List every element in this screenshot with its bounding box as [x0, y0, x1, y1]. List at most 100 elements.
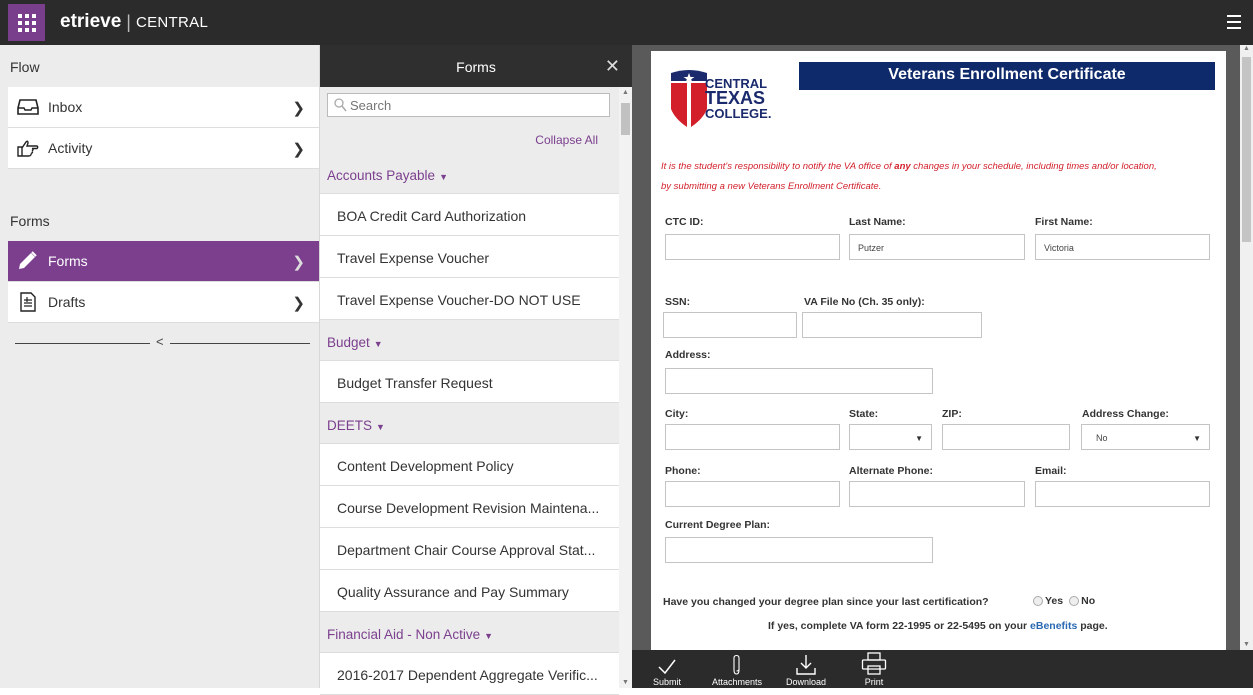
sidebar-item-activity[interactable]: Activity ❯ [8, 128, 319, 169]
scrollbar-thumb[interactable] [621, 103, 630, 135]
college-logo-text: CENTRAL TEXAS COLLEGE. [705, 76, 772, 121]
alternate-phone-field[interactable] [849, 481, 1025, 507]
nav-section-flow: Flow [10, 59, 40, 75]
download-label: Download [785, 677, 827, 687]
va-file-label: VA File No (Ch. 35 only): [804, 296, 925, 308]
hand-pointing-icon [16, 138, 40, 158]
form-list-item[interactable]: 2016-2017 Dependent Aggregate Verific... [320, 653, 619, 695]
form-list-item[interactable]: Department Chair Course Approval Stat... [320, 528, 619, 570]
paperclip-icon [706, 650, 768, 676]
sidebar-item-drafts[interactable]: Drafts ❯ [8, 282, 319, 323]
form-list-item[interactable]: BOA Credit Card Authorization [320, 194, 619, 236]
form-title: Veterans Enrollment Certificate [799, 62, 1215, 90]
caret-down-icon: ▼ [373, 339, 383, 349]
chevron-right-icon: ❯ [292, 254, 305, 271]
address-change-select[interactable]: No ▼ [1081, 424, 1210, 450]
address-field[interactable] [665, 368, 933, 394]
document-viewer: CENTRAL TEXAS COLLEGE. Veterans Enrollme… [632, 45, 1253, 651]
checkmark-icon [650, 650, 684, 676]
form-list-item[interactable]: Course Development Revision Maintena... [320, 486, 619, 528]
state-label: State: [849, 408, 879, 420]
category-header[interactable]: Financial Aid - Non Active ▼ [320, 612, 619, 653]
last-name-label: Last Name: [849, 216, 906, 228]
student-notice: It is the student's responsibility to no… [661, 161, 1157, 192]
forms-scrollbar[interactable]: ▲ ▼ [619, 87, 632, 688]
scrollbar-thumb[interactable] [1242, 57, 1251, 242]
brand-name: etrieve [60, 11, 122, 32]
nav-section-forms: Forms [10, 213, 50, 229]
zip-label: ZIP: [942, 408, 962, 420]
chevron-right-icon: ❯ [292, 141, 305, 158]
ssn-label: SSN: [665, 296, 691, 308]
forms-panel-header: Forms ✕ [320, 45, 632, 87]
state-select[interactable]: ▼ [849, 424, 932, 450]
category-header[interactable]: DEETS ▼ [320, 403, 619, 444]
submit-label: Submit [652, 677, 681, 687]
sidebar-item-inbox[interactable]: Inbox ❯ [8, 87, 319, 128]
download-button[interactable]: Download [780, 650, 832, 688]
city-label: City: [665, 408, 689, 420]
search-input[interactable] [350, 95, 605, 115]
document-scrollbar[interactable]: ▲ ▼ [1240, 45, 1253, 650]
email-field[interactable] [1035, 481, 1210, 507]
app-launcher-button[interactable] [8, 4, 45, 41]
close-icon[interactable]: ✕ [605, 56, 620, 77]
form-list-item[interactable]: Quality Assurance and Pay Summary [320, 570, 619, 612]
attachments-label: Attachments [711, 677, 763, 687]
college-logo: CENTRAL TEXAS COLLEGE. [671, 69, 781, 139]
attachments-button[interactable]: Attachments [706, 650, 768, 688]
pencil-icon [16, 251, 40, 271]
forms-panel-title: Forms [456, 59, 496, 75]
form-list-item[interactable]: Travel Expense Voucher [320, 236, 619, 278]
caret-down-icon: ▼ [439, 172, 448, 182]
print-button[interactable]: Print [858, 650, 890, 688]
category-header[interactable]: Accounts Payable ▼ [320, 153, 619, 194]
ctc-id-field[interactable] [665, 234, 840, 260]
phone-field[interactable] [665, 481, 840, 507]
download-icon [780, 650, 832, 676]
zip-field[interactable] [942, 424, 1070, 450]
scroll-down-icon[interactable]: ▼ [622, 679, 629, 686]
city-field[interactable] [665, 424, 840, 450]
form-list-item[interactable]: Budget Transfer Request [320, 361, 619, 403]
category-name: Budget [327, 335, 370, 350]
brand-logo[interactable]: etrieve | CENTRAL [60, 11, 208, 33]
ebenefits-link[interactable]: eBenefits [1030, 620, 1077, 632]
search-box[interactable] [327, 93, 610, 117]
degree-plan-field[interactable] [665, 537, 933, 563]
degree-plan-label: Current Degree Plan: [665, 519, 771, 531]
brand-product: CENTRAL [135, 13, 209, 31]
collapse-sidebar-toggle[interactable]: < [0, 329, 319, 359]
collapse-all-link[interactable]: Collapse All [535, 133, 598, 147]
form-list-item[interactable]: Content Development Policy [320, 444, 619, 486]
chevron-right-icon: ❯ [292, 295, 305, 312]
first-name-label: First Name: [1035, 216, 1093, 228]
radio-no[interactable] [1069, 596, 1080, 606]
first-name-field[interactable]: Victoria [1035, 234, 1210, 260]
chevron-left-icon: < [156, 334, 164, 349]
last-name-field[interactable]: Putzer [849, 234, 1025, 260]
caret-down-icon: ▼ [376, 422, 385, 432]
radio-group-degree-change: Yes No [1027, 595, 1095, 607]
bottom-toolbar: Submit Attachments Download Print [632, 650, 1253, 688]
category-header[interactable]: Budget ▼ [320, 320, 619, 361]
top-bar: etrieve | CENTRAL [0, 0, 1253, 45]
scroll-down-icon[interactable]: ▼ [1243, 641, 1250, 648]
form-list-item[interactable]: Travel Expense Voucher-DO NOT USE [320, 278, 619, 320]
caret-down-icon: ▼ [1193, 434, 1201, 443]
hamburger-menu-icon[interactable] [1227, 15, 1241, 29]
radio-yes-label: Yes [1045, 595, 1064, 607]
scroll-up-icon[interactable]: ▲ [622, 89, 629, 96]
radio-yes[interactable] [1033, 596, 1043, 606]
caret-down-icon: ▼ [915, 434, 923, 443]
ssn-field[interactable] [663, 312, 797, 338]
sidebar-item-forms[interactable]: Forms ❯ [8, 241, 319, 282]
category-name: DEETS [327, 418, 373, 433]
scroll-up-icon[interactable]: ▲ [1243, 45, 1250, 52]
submit-button[interactable]: Submit [650, 650, 684, 688]
caret-down-icon: ▼ [484, 631, 493, 641]
ctc-id-label: CTC ID: [665, 216, 704, 228]
left-navigation: Flow Inbox ❯ Activity ❯ Forms Forms ❯ Dr… [0, 45, 320, 688]
va-file-field[interactable] [802, 312, 982, 338]
alternate-phone-label: Alternate Phone: [849, 465, 934, 477]
